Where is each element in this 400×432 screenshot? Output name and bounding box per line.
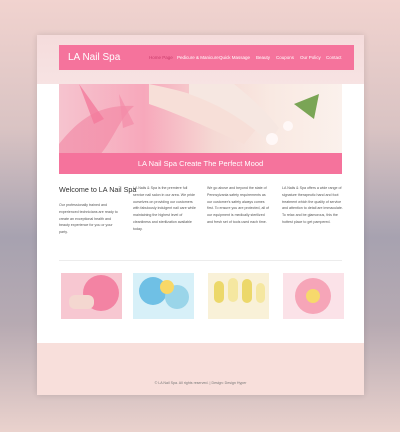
main-nav: Home Page Pedicure & Manicure Quick Mass… bbox=[143, 45, 354, 70]
services-text: LA Nails & Spa is the premiere full serv… bbox=[133, 186, 196, 231]
site-logo[interactable]: LA Nail Spa bbox=[59, 45, 147, 70]
footer-copyright: © LA Nail Spa. All rights reserved. | De… bbox=[154, 380, 247, 385]
site-header: LA Nail Spa Home Page Pedicure & Manicur… bbox=[37, 35, 364, 84]
safety-text: We go above and beyond the state of Penn… bbox=[207, 186, 270, 224]
nav-item-quick-massage[interactable]: Quick Massage bbox=[219, 45, 250, 70]
treatments-text: LA Nails & Spa offers a wide range of si… bbox=[282, 186, 343, 224]
gallery-image-blue-floral-nails[interactable] bbox=[133, 273, 194, 319]
hero-illustration bbox=[59, 84, 319, 156]
nav-item-home[interactable]: Home Page bbox=[149, 45, 173, 70]
hero-tagline: LA Nail Spa Create The Perfect Mood bbox=[59, 153, 342, 174]
nav-item-contact[interactable]: Contact bbox=[326, 45, 342, 70]
hero-banner bbox=[59, 84, 342, 156]
page-container: LA Nail Spa Home Page Pedicure & Manicur… bbox=[37, 35, 364, 395]
nav-item-our-policy[interactable]: Our Policy bbox=[300, 45, 321, 70]
site-footer: © LA Nail Spa. All rights reserved. | De… bbox=[37, 343, 364, 395]
gallery-image-pink-flower[interactable] bbox=[283, 273, 344, 319]
content-divider bbox=[59, 260, 342, 261]
welcome-text: Our professionally trained and experienc… bbox=[59, 203, 118, 235]
gallery-image-yellow-pattern-nails[interactable] bbox=[208, 273, 269, 319]
gallery-image-pink-nails[interactable] bbox=[61, 273, 122, 319]
welcome-title: Welcome to LA Nail Spa bbox=[59, 185, 137, 194]
nav-item-beauty[interactable]: Beauty bbox=[256, 45, 270, 70]
nav-item-coupons[interactable]: Coupons bbox=[276, 45, 294, 70]
nav-item-pedicure-manicure[interactable]: Pedicure & Manicure bbox=[177, 45, 219, 70]
